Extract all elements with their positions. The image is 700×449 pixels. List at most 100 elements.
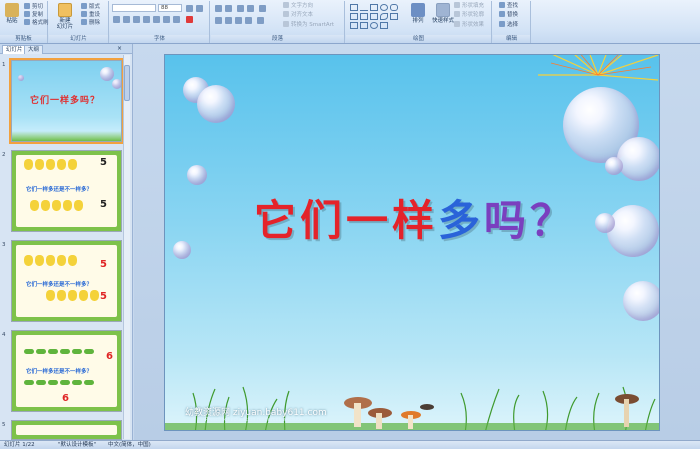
align-left-icon[interactable] xyxy=(215,17,222,24)
italic-icon[interactable] xyxy=(123,16,130,23)
close-icon[interactable]: × xyxy=(117,45,122,52)
layout-button[interactable]: 版式 xyxy=(81,3,100,11)
replace-icon xyxy=(499,11,505,17)
duck-icon xyxy=(35,159,44,170)
tab-slides[interactable]: 幻灯片 xyxy=(2,45,27,54)
duck-icon xyxy=(35,255,44,266)
font-name-combo[interactable] xyxy=(112,4,156,12)
duck-icon xyxy=(46,290,55,301)
duck-icon xyxy=(68,290,77,301)
slides-group: 新建 幻灯片 版式 重设 删除 幻灯片 xyxy=(49,1,109,43)
shape-effects-button[interactable]: 形状效果 xyxy=(454,21,484,29)
new-slide-icon xyxy=(58,3,72,17)
font-color-icon[interactable] xyxy=(186,16,193,23)
binoculars-icon xyxy=(499,2,505,8)
replace-button[interactable]: 替换 xyxy=(499,11,518,19)
slide-thumbnail-2[interactable]: 5 它们一样多还是不一样多？ 5 xyxy=(11,150,122,232)
find-button[interactable]: 查找 xyxy=(499,2,518,10)
bold-icon[interactable] xyxy=(113,16,120,23)
duck-row xyxy=(24,159,77,170)
align-text-button[interactable]: 对齐文本 xyxy=(283,11,313,19)
caterpillar-icon xyxy=(60,380,70,385)
arrange-button[interactable]: 排列 xyxy=(408,3,428,24)
align-right-icon[interactable] xyxy=(235,17,242,24)
bubble-decoration xyxy=(187,165,207,185)
paragraph-label: 段落 xyxy=(211,35,344,43)
align-center-icon[interactable] xyxy=(225,17,232,24)
caterpillar-icon xyxy=(84,380,94,385)
line-spacing-icon[interactable] xyxy=(259,5,266,12)
reset-button[interactable]: 重设 xyxy=(81,11,100,19)
slide-thumbnail-1[interactable]: 它们一样多吗？ xyxy=(9,58,124,144)
change-case-icon[interactable] xyxy=(173,16,180,23)
current-slide[interactable]: 它们一样多吗？ 幼教资源网 ziyuan.baby611.com Prescho… xyxy=(164,54,660,431)
oval-shape-icon[interactable] xyxy=(380,4,388,11)
scrollbar-thumb[interactable] xyxy=(124,65,130,101)
pane-scrollbar[interactable] xyxy=(123,55,130,439)
shape-outline-button[interactable]: 形状轮廓 xyxy=(454,11,484,19)
copy-button[interactable]: 复制 xyxy=(24,11,43,19)
language-indicator[interactable]: 中文(简体，中国) xyxy=(108,441,151,449)
duck-row xyxy=(46,290,99,301)
slide-thumbnail-5[interactable] xyxy=(11,420,122,440)
tab-outline[interactable]: 大纲 xyxy=(24,45,44,54)
duck-icon xyxy=(24,159,33,170)
callout-shape-icon[interactable] xyxy=(360,22,368,29)
font-group: 88 字体 xyxy=(110,1,210,43)
rectangle-shape-icon[interactable] xyxy=(370,4,378,11)
star-shape-icon[interactable] xyxy=(370,13,378,20)
duck-icon xyxy=(46,159,55,170)
reset-icon xyxy=(81,11,87,17)
caterpillar-icon xyxy=(36,380,46,385)
textbox-shape-icon[interactable] xyxy=(350,4,358,11)
delete-button[interactable]: 删除 xyxy=(81,19,100,27)
slide-title[interactable]: 它们一样多吗？ xyxy=(205,187,625,248)
char-spacing-icon[interactable] xyxy=(163,16,170,23)
bullets-icon[interactable] xyxy=(215,5,222,12)
slide-thumbnail-3[interactable]: 5 它们一样多还是不一样多？ 5 xyxy=(11,240,122,322)
caterpillar-row xyxy=(24,349,94,354)
smartart-button[interactable]: 转换为 SmartArt xyxy=(283,21,334,29)
slide-thumbnail-4[interactable]: 6 它们一样多还是不一样多？ 6 xyxy=(11,330,122,412)
thumb3-count-top: 5 xyxy=(100,259,107,270)
heart-shape-icon[interactable] xyxy=(370,22,378,29)
caterpillar-icon xyxy=(72,380,82,385)
brace-shape-icon[interactable] xyxy=(390,13,398,20)
grow-font-icon[interactable] xyxy=(186,5,193,12)
bubble-decoration xyxy=(18,75,24,81)
shadow-icon[interactable] xyxy=(153,16,160,23)
rounded-rect-shape-icon[interactable] xyxy=(390,4,398,11)
cut-button[interactable]: 剪切 xyxy=(24,3,43,11)
slide-number-4: 4 xyxy=(2,332,6,338)
more-shapes-icon[interactable] xyxy=(380,22,388,29)
line-shape-icon[interactable] xyxy=(360,4,368,11)
decrease-indent-icon[interactable] xyxy=(237,5,244,12)
font-label: 字体 xyxy=(110,35,209,43)
underline-icon[interactable] xyxy=(133,16,140,23)
quick-styles-button[interactable]: 快速样式 xyxy=(432,3,454,24)
justify-icon[interactable] xyxy=(245,17,252,24)
arrow-shape-icon[interactable] xyxy=(350,13,358,20)
shape-fill-button[interactable]: 形状填充 xyxy=(454,2,484,10)
new-slide-button[interactable]: 新建 幻灯片 xyxy=(53,3,77,30)
strikethrough-icon[interactable] xyxy=(143,16,150,23)
thumb4-count-bottom: 6 xyxy=(62,393,69,404)
thumb3-count-bottom: 5 xyxy=(100,291,107,302)
shrink-font-icon[interactable] xyxy=(196,5,203,12)
columns-icon[interactable] xyxy=(257,17,264,24)
increase-indent-icon[interactable] xyxy=(247,5,254,12)
thumb4-question: 它们一样多还是不一样多？ xyxy=(26,369,93,375)
font-size-combo[interactable]: 88 xyxy=(158,4,182,12)
caterpillar-icon xyxy=(60,349,70,354)
text-direction-button[interactable]: 文字方向 xyxy=(283,2,313,10)
select-button[interactable]: 选择 xyxy=(499,21,518,29)
title-segment: 吗 xyxy=(484,196,531,245)
caterpillar-row xyxy=(24,380,94,385)
bracket-shape-icon[interactable] xyxy=(350,22,358,29)
curve-shape-icon[interactable] xyxy=(380,13,388,20)
triangle-shape-icon[interactable] xyxy=(360,13,368,20)
paste-button[interactable]: 粘贴 xyxy=(2,3,22,24)
format-painter-button[interactable]: 格式刷 xyxy=(24,19,49,27)
editing-group: 查找 替换 选择 编辑 xyxy=(493,1,531,43)
numbering-icon[interactable] xyxy=(225,5,232,12)
